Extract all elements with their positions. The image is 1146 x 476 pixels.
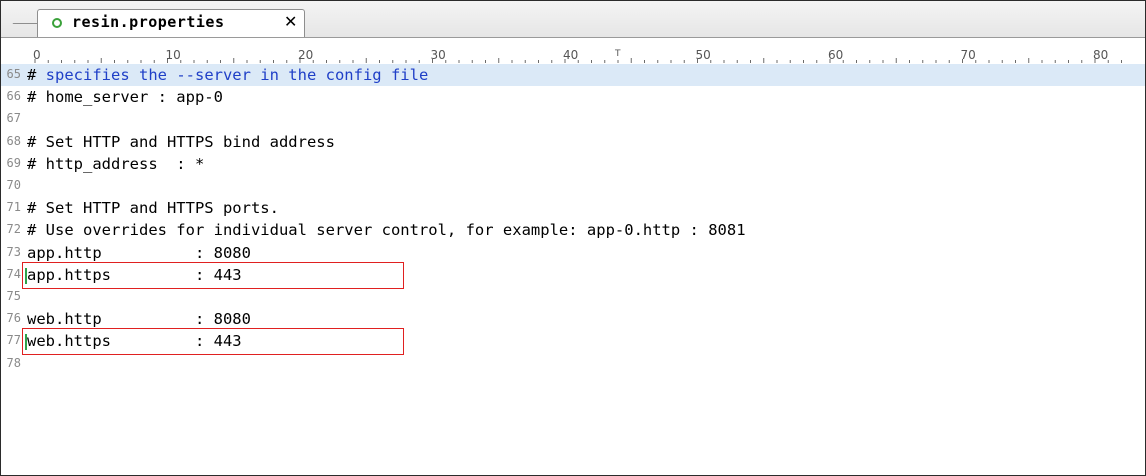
line-text: # Use overrides for individual server co… bbox=[27, 221, 746, 240]
tab-resin-properties[interactable]: resin.properties ✕ bbox=[37, 9, 305, 37]
line-text: # Set HTTP and HTTPS ports. bbox=[27, 199, 279, 218]
line-number: 67 bbox=[6, 111, 21, 126]
ruler-cursor-marker: T bbox=[614, 49, 621, 59]
ruler-label: 50 bbox=[696, 48, 711, 62]
ruler-scale: 0 10 20 30 40 50 60 70 80 T bbox=[33, 48, 1122, 63]
line-number: 66 bbox=[6, 89, 21, 104]
ruler-label: 10 bbox=[166, 48, 181, 62]
ruler-label: 0 bbox=[33, 48, 41, 62]
tab-label: resin.properties bbox=[72, 13, 225, 31]
line-number: 74 bbox=[6, 266, 21, 281]
code-line[interactable]: 65 # specifies the --server in the config… bbox=[1, 64, 1145, 86]
ruler-label: 30 bbox=[431, 48, 446, 62]
code-line[interactable]: 69 # http_address : * bbox=[1, 153, 1145, 175]
code-line[interactable]: 72 # Use overrides for individual server … bbox=[1, 219, 1145, 241]
highlight-box bbox=[22, 261, 404, 289]
code-editor[interactable]: 65 # specifies the --server in the config… bbox=[1, 64, 1145, 475]
line-number: 72 bbox=[6, 222, 21, 237]
line-number: 76 bbox=[6, 311, 21, 326]
code-line[interactable]: 66 # home_server : app-0 bbox=[1, 86, 1145, 108]
code-line[interactable]: 73 app.http : 8080 bbox=[1, 242, 1145, 264]
line-text: # specifies the --server in the config f… bbox=[27, 66, 429, 84]
code-line[interactable]: 68 # Set HTTP and HTTPS bind address bbox=[1, 131, 1145, 153]
line-text: # home_server : app-0 bbox=[27, 88, 223, 107]
ruler-label: 60 bbox=[828, 48, 843, 62]
ruler-label: 70 bbox=[961, 48, 976, 62]
line-text: # http_address : * bbox=[27, 154, 205, 173]
line-number: 69 bbox=[6, 155, 21, 170]
code-line[interactable]: 67 bbox=[1, 108, 1145, 130]
ruler-label: 20 bbox=[298, 48, 313, 62]
code-line[interactable]: 77 web.https : 443 bbox=[1, 328, 1145, 356]
line-number: 71 bbox=[6, 200, 21, 215]
code-line[interactable]: 74 app.https : 443 bbox=[1, 261, 1145, 289]
ruler-label: 80 bbox=[1093, 48, 1108, 62]
editor-window: resin.properties ✕ 0 10 20 30 40 50 60 70 80 T 65… bbox=[0, 0, 1146, 476]
code-line[interactable]: 70 bbox=[1, 175, 1145, 197]
line-number: 73 bbox=[6, 244, 21, 259]
close-icon[interactable]: ✕ bbox=[284, 12, 297, 31]
ruler-label: 40 bbox=[563, 48, 578, 62]
column-ruler: 0 10 20 30 40 50 60 70 80 T bbox=[1, 47, 1145, 65]
line-text: # Set HTTP and HTTPS bind address bbox=[27, 132, 335, 151]
code-line[interactable]: 78 bbox=[1, 353, 1145, 375]
code-line[interactable]: 71 # Set HTTP and HTTPS ports. bbox=[1, 197, 1145, 219]
line-number: 77 bbox=[6, 333, 21, 348]
line-number: 68 bbox=[6, 133, 21, 148]
code-line[interactable]: 75 bbox=[1, 286, 1145, 308]
file-circle-icon bbox=[52, 18, 62, 28]
line-number: 75 bbox=[6, 289, 21, 303]
line-text: app.http : 8080 bbox=[27, 243, 251, 262]
line-text: web.http : 8080 bbox=[27, 310, 251, 329]
line-number: 65 bbox=[6, 67, 21, 81]
line-number: 70 bbox=[6, 178, 21, 192]
line-number: 78 bbox=[6, 355, 21, 370]
code-line[interactable]: 76 web.http : 8080 bbox=[1, 308, 1145, 330]
highlight-box bbox=[22, 328, 404, 356]
tab-bar: resin.properties ✕ bbox=[1, 1, 1145, 38]
